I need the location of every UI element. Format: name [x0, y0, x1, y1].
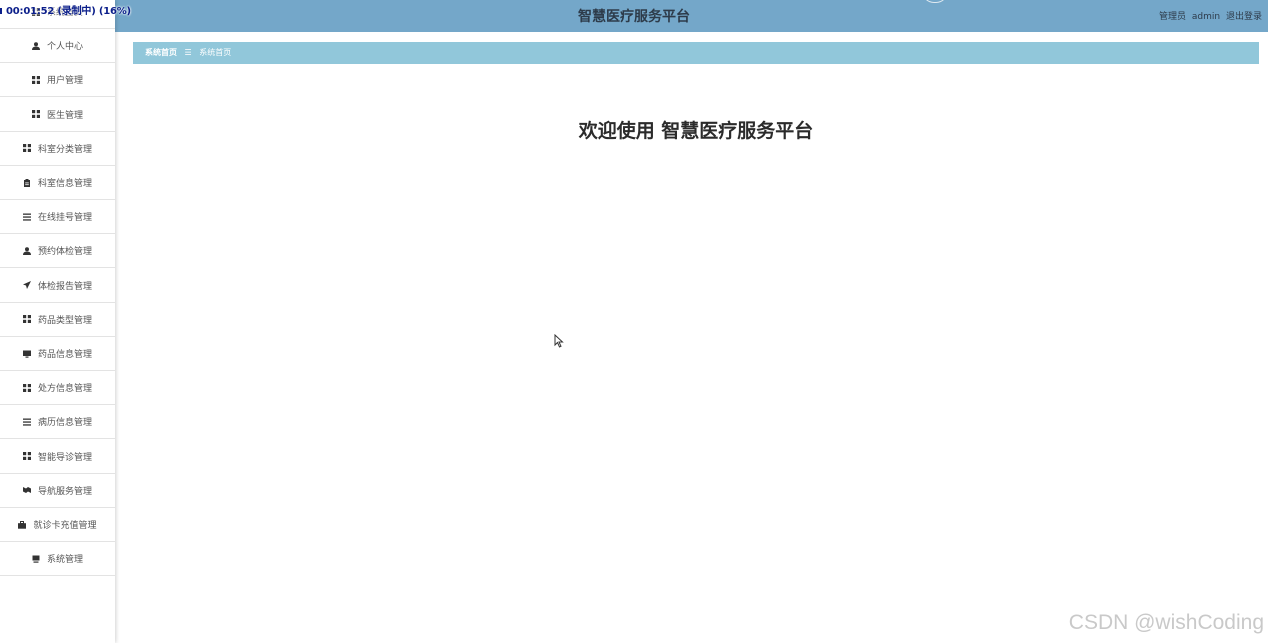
breadcrumb-current: 系统首页 — [199, 48, 232, 57]
grid-icon — [22, 315, 31, 324]
grid-icon — [22, 452, 31, 461]
list-icon — [22, 418, 31, 426]
sidebar-item-label: 科室分类管理 — [37, 144, 92, 155]
grid-icon — [22, 383, 31, 392]
sidebar-item[interactable]: 系统管理 — [0, 542, 115, 577]
sidebar-item[interactable]: 用户管理 — [0, 63, 115, 98]
breadcrumb-home[interactable]: 系统首页 — [145, 48, 177, 57]
user-icon — [31, 41, 40, 50]
user-role: 管理员 — [1159, 12, 1187, 22]
watermark: CSDN @wishCoding — [1068, 611, 1264, 634]
recording-dot-icon — [0, 8, 2, 14]
sidebar-item-label: 就诊卡充值管理 — [33, 521, 97, 531]
sidebar-item[interactable]: 处方信息管理 — [0, 371, 115, 406]
paper-plane-icon — [22, 281, 31, 290]
sidebar-item[interactable]: 个人中心 — [0, 29, 115, 64]
sidebar-item-label: 系统管理 — [46, 555, 83, 566]
sidebar-item[interactable]: 预约体检管理 — [0, 234, 115, 269]
welcome-heading: 欢迎使用 智慧医疗服务平台 — [578, 120, 814, 142]
sidebar-item-label: 在线挂号管理 — [37, 213, 92, 224]
compass-icon — [22, 486, 31, 494]
grid-icon — [22, 144, 31, 153]
sidebar-item-label: 处方信息管理 — [37, 384, 92, 395]
sidebar-item-label: 体检报告管理 — [37, 281, 92, 292]
sidebar-item[interactable]: 体检报告管理 — [0, 269, 115, 303]
sidebar-item[interactable]: 医生管理 — [0, 98, 115, 132]
user-info: 管理员 admin 退出登录 — [1156, 9, 1262, 22]
recording-overlay: 00:01:52 (录制中) (16%) — [0, 2, 131, 17]
monitor-icon — [22, 350, 31, 358]
sidebar-item-label: 智能导诊管理 — [37, 452, 92, 463]
breadcrumb-separator-icon: ☰ — [184, 48, 192, 57]
sidebar-item-label: 药品类型管理 — [37, 315, 92, 326]
top-header: 智慧医疗服务平台 管理员 admin 退出登录 — [0, 0, 1268, 32]
sidebar-item[interactable]: 智能导诊管理 — [0, 440, 115, 474]
recording-text: 00:01:52 (录制中) (16%) — [6, 6, 131, 17]
sidebar-item[interactable]: 药品类型管理 — [0, 303, 115, 337]
sidebar: 系统首页 个人中心 用户管理 医生管理 科室分类管理 科室信息管理 在线挂号管理 预约体检管理… — [0, 0, 115, 643]
sidebar-item[interactable]: 在线挂号管理 — [0, 200, 115, 235]
sidebar-item-label: 用户管理 — [46, 76, 83, 87]
user-name: admin — [1191, 12, 1221, 22]
sidebar-item[interactable]: 科室信息管理 — [0, 166, 115, 200]
app-title: 智慧医疗服务平台 — [578, 9, 690, 25]
grid-icon — [31, 110, 40, 119]
sidebar-item-label: 个人中心 — [46, 42, 83, 53]
list-icon — [22, 213, 31, 221]
sidebar-item[interactable]: 就诊卡充值管理 — [0, 508, 115, 542]
grid-icon — [31, 75, 40, 84]
logout-link[interactable]: 退出登录 — [1226, 12, 1262, 22]
sidebar-item[interactable]: 科室分类管理 — [0, 132, 115, 166]
clipboard-icon — [23, 178, 31, 187]
sidebar-item-label: 导航服务管理 — [37, 486, 92, 497]
sidebar-item[interactable]: 药品信息管理 — [0, 337, 115, 371]
breadcrumb: 系统首页 ☰ 系统首页 — [133, 42, 1259, 64]
desktop-icon — [32, 555, 40, 563]
briefcase-icon — [18, 520, 27, 529]
sidebar-item-label: 科室信息管理 — [37, 179, 92, 189]
user-icon — [22, 247, 31, 255]
sidebar-item-label: 药品信息管理 — [37, 350, 92, 360]
sidebar-item[interactable]: 病历信息管理 — [0, 405, 115, 440]
header-decoration — [922, 0, 948, 3]
sidebar-item[interactable]: 导航服务管理 — [0, 474, 115, 508]
sidebar-item-label: 预约体检管理 — [37, 247, 92, 258]
sidebar-item-label: 病历信息管理 — [37, 418, 92, 429]
sidebar-item-label: 医生管理 — [46, 110, 83, 121]
mouse-cursor-icon — [554, 333, 564, 352]
